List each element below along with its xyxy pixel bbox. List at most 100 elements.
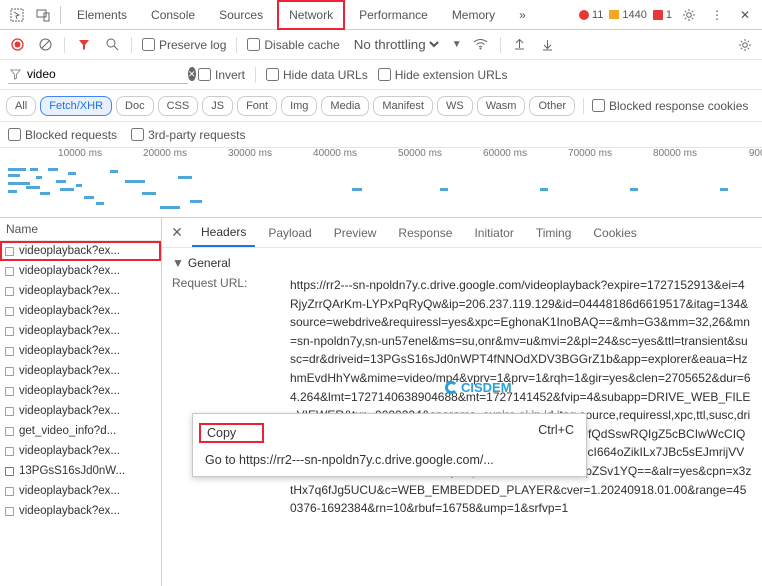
kebab-icon[interactable]: ⋮ xyxy=(706,4,728,26)
pill-manifest[interactable]: Manifest xyxy=(373,96,433,116)
request-item[interactable]: videoplayback?ex... xyxy=(0,481,161,501)
inspect-icon[interactable] xyxy=(6,4,28,26)
pill-img[interactable]: Img xyxy=(281,96,317,116)
search-icon[interactable] xyxy=(103,36,121,54)
detail-tab-timing[interactable]: Timing xyxy=(527,220,581,246)
main-tab-bar: Elements Console Sources Network Perform… xyxy=(0,0,762,30)
hide-data-urls-checkbox[interactable]: Hide data URLs xyxy=(266,68,368,82)
tab-performance[interactable]: Performance xyxy=(349,2,438,28)
filter-icon[interactable] xyxy=(75,36,93,54)
detail-tab-preview[interactable]: Preview xyxy=(325,220,386,246)
close-detail-icon[interactable]: ✕ xyxy=(166,224,188,241)
tab-more[interactable]: » xyxy=(509,2,536,28)
blocked-requests-checkbox[interactable]: Blocked requests xyxy=(8,128,117,142)
detail-tab-headers[interactable]: Headers xyxy=(192,219,255,247)
detail-tabs: ✕ Headers Payload Preview Response Initi… xyxy=(162,218,762,248)
request-url-row: Request URL: https://rr2---sn-npoldn7y.c… xyxy=(172,276,752,518)
request-item-label: get_video_info?d... xyxy=(19,425,116,437)
upload-icon[interactable] xyxy=(511,36,529,54)
request-type-icon xyxy=(5,347,14,356)
warn-count-value: 1440 xyxy=(622,9,646,21)
request-item-label: videoplayback?ex... xyxy=(19,405,120,417)
download-icon[interactable] xyxy=(539,36,557,54)
clear-filter-icon[interactable]: ✕ xyxy=(188,67,196,81)
timeline-label: 9000 xyxy=(749,148,762,159)
throttling-select[interactable]: No throttling xyxy=(350,36,442,53)
detail-tab-response[interactable]: Response xyxy=(389,220,461,246)
disable-cache-label: Disable cache xyxy=(264,38,339,52)
blocked-cookies-checkbox[interactable]: Blocked response cookies xyxy=(592,99,748,113)
request-item[interactable]: videoplayback?ex... xyxy=(0,321,161,341)
third-party-checkbox[interactable]: 3rd-party requests xyxy=(131,128,245,142)
request-item[interactable]: videoplayback?ex... xyxy=(0,261,161,281)
disable-cache-checkbox[interactable]: Disable cache xyxy=(247,38,339,52)
hide-ext-urls-checkbox[interactable]: Hide extension URLs xyxy=(378,68,508,82)
ctx-copy[interactable]: Copy Ctrl+C xyxy=(193,418,586,448)
detail-tab-payload[interactable]: Payload xyxy=(259,220,320,246)
request-item-label: videoplayback?ex... xyxy=(19,305,120,317)
device-toggle-icon[interactable] xyxy=(32,4,54,26)
extra-bar: Blocked requests 3rd-party requests xyxy=(0,122,762,148)
error-count-red[interactable]: 11 xyxy=(579,9,603,21)
preserve-log-label: Preserve log xyxy=(159,38,226,52)
request-type-icon xyxy=(5,367,14,376)
timeline-label: 30000 ms xyxy=(228,148,272,159)
close-devtools-icon[interactable]: ✕ xyxy=(734,4,756,26)
tab-sources[interactable]: Sources xyxy=(209,2,273,28)
invert-checkbox[interactable]: Invert xyxy=(198,68,245,82)
issue-count[interactable]: 1 xyxy=(653,9,672,21)
wifi-icon[interactable] xyxy=(472,36,490,54)
request-item-label: videoplayback?ex... xyxy=(19,505,120,517)
tab-elements[interactable]: Elements xyxy=(67,2,137,28)
pill-js[interactable]: JS xyxy=(202,96,233,116)
clear-icon[interactable] xyxy=(36,36,54,54)
detail-tab-cookies[interactable]: Cookies xyxy=(584,220,645,246)
request-type-icon xyxy=(5,307,14,316)
request-item[interactable]: videoplayback?ex... xyxy=(0,441,161,461)
panel-gear-icon[interactable] xyxy=(736,36,754,54)
request-item[interactable]: get_video_info?d... xyxy=(0,421,161,441)
general-section[interactable]: ▼General xyxy=(172,256,752,270)
invert-label: Invert xyxy=(215,68,245,82)
main-split: Name videoplayback?ex...videoplayback?ex… xyxy=(0,218,762,586)
pill-all[interactable]: All xyxy=(6,96,36,116)
pill-ws[interactable]: WS xyxy=(437,96,473,116)
pill-doc[interactable]: Doc xyxy=(116,96,154,116)
request-item[interactable]: videoplayback?ex... xyxy=(0,361,161,381)
request-item[interactable]: videoplayback?ex... xyxy=(0,281,161,301)
timeline[interactable]: 10000 ms20000 ms30000 ms40000 ms50000 ms… xyxy=(0,148,762,218)
pill-fetch-xhr[interactable]: Fetch/XHR xyxy=(40,96,112,116)
ctx-goto[interactable]: Go to https://rr2---sn-npoldn7y.c.drive.… xyxy=(193,448,586,472)
request-item[interactable]: videoplayback?ex... xyxy=(0,501,161,521)
request-item[interactable]: videoplayback?ex... xyxy=(0,241,161,261)
detail-tab-initiator[interactable]: Initiator xyxy=(465,220,522,246)
pill-wasm[interactable]: Wasm xyxy=(477,96,526,116)
request-item[interactable]: videoplayback?ex... xyxy=(0,381,161,401)
request-type-icon xyxy=(5,447,14,456)
request-item[interactable]: videoplayback?ex... xyxy=(0,301,161,321)
pill-other[interactable]: Other xyxy=(529,96,575,116)
warn-count[interactable]: 1440 xyxy=(609,9,646,21)
tab-network[interactable]: Network xyxy=(277,0,345,30)
request-type-icon xyxy=(5,507,14,516)
third-party-label: 3rd-party requests xyxy=(148,128,245,142)
request-type-icon xyxy=(5,267,14,276)
timeline-label: 60000 ms xyxy=(483,148,527,159)
tab-console[interactable]: Console xyxy=(141,2,205,28)
request-url-value[interactable]: https://rr2---sn-npoldn7y.c.drive.google… xyxy=(290,276,752,518)
pill-css[interactable]: CSS xyxy=(158,96,199,116)
record-icon[interactable] xyxy=(8,36,26,54)
request-item[interactable]: videoplayback?ex... xyxy=(0,341,161,361)
pill-font[interactable]: Font xyxy=(237,96,277,116)
tab-memory[interactable]: Memory xyxy=(442,2,505,28)
hide-data-label: Hide data URLs xyxy=(283,68,368,82)
request-type-icon xyxy=(5,247,14,256)
request-item-label: videoplayback?ex... xyxy=(19,325,120,337)
gear-icon[interactable] xyxy=(678,4,700,26)
pill-media[interactable]: Media xyxy=(321,96,369,116)
preserve-log-checkbox[interactable]: Preserve log xyxy=(142,38,226,52)
resource-type-bar: All Fetch/XHR Doc CSS JS Font Img Media … xyxy=(0,90,762,122)
request-item[interactable]: videoplayback?ex... xyxy=(0,401,161,421)
request-item[interactable]: 13PGsS16sJd0nW... xyxy=(0,461,161,481)
filter-input[interactable] xyxy=(27,67,182,81)
